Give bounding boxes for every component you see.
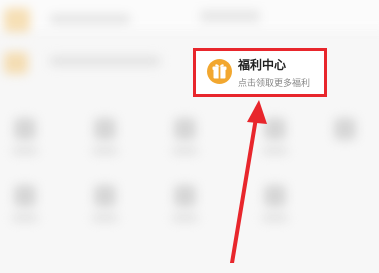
annotation-arrow bbox=[230, 100, 267, 263]
